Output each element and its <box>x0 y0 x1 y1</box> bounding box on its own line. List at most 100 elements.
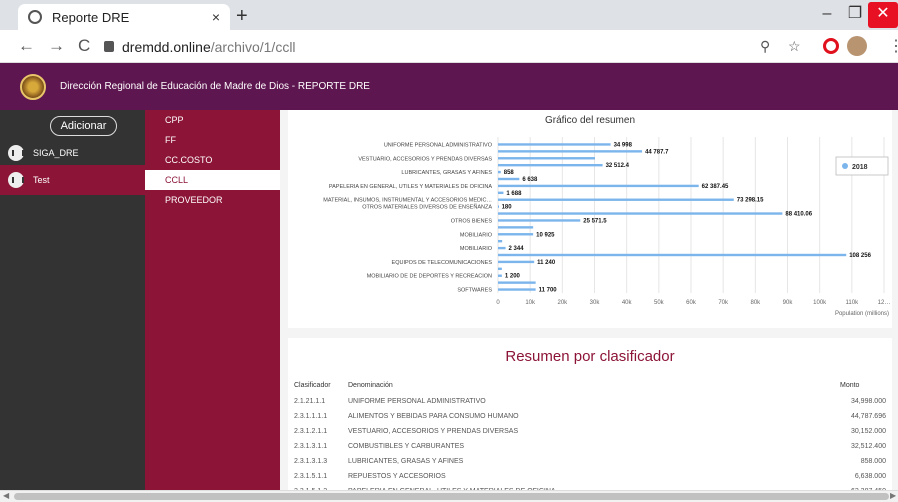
profile-avatar[interactable] <box>847 36 867 56</box>
chart-bar <box>498 274 502 277</box>
y-tick-label: MOBILIARIO <box>460 232 493 238</box>
cell-amount: 6,638.000 <box>854 473 886 480</box>
address-bar[interactable]: dremdd.online /archivo/1/ccll <box>104 34 744 59</box>
x-tick-label: 40k <box>622 300 633 306</box>
y-tick-label: UNIFORME PERSONAL ADMINISTRATIVO <box>384 142 493 148</box>
minimize-button[interactable]: – <box>812 2 842 28</box>
sidebar-item-test[interactable]: Test <box>0 165 145 195</box>
sidebar: Adicionar SIGA_DRE Test <box>0 110 145 490</box>
reload-button[interactable]: C <box>78 36 90 56</box>
cell-code: 2.3.1.1.1.1 <box>294 413 328 420</box>
x-tick-label: 60k <box>686 300 697 306</box>
cell-name: REPUESTOS Y ACCESORIOS <box>348 473 446 480</box>
chart-card: Gráfico del resumen 0 10k 20k 30k 40k 50k 60k 70… <box>288 110 892 328</box>
chart-bar <box>498 281 536 284</box>
sidebar-item-label: Test <box>33 175 50 185</box>
x-tick-label: 50k <box>654 300 665 306</box>
sidebar-item-label: SIGA_DRE <box>33 148 79 158</box>
scroll-left-icon[interactable]: ◀ <box>3 491 9 500</box>
y-tick-label: SOFTWARES <box>457 288 492 294</box>
forward-button[interactable]: → <box>48 36 65 56</box>
table-row: 2.1.21.1.1 UNIFORME PERSONAL ADMINISTRATI… <box>288 395 892 410</box>
x-tick-label: 12… <box>878 300 891 306</box>
chart-bar <box>498 239 503 243</box>
cell-name: LUBRICANTES, GRASAS Y AFINES <box>348 458 464 465</box>
legend-marker <box>842 163 848 169</box>
url-path: /archivo/1/ccll <box>210 38 296 55</box>
cell-amount: 32,512.400 <box>850 443 886 450</box>
data-label: 10 925 <box>536 232 555 238</box>
table-row: 2.3.1.5.1.1 REPUESTOS Y ACCESORIOS 6,638.0… <box>288 470 892 485</box>
scroll-thumb[interactable] <box>14 493 889 500</box>
y-tick-label: EQUIPOS DE TELECOMUNICACIONES <box>392 260 493 266</box>
y-tick-label: MOBILIARIO <box>460 246 493 252</box>
chart-title: Gráfico del resumen <box>545 115 635 126</box>
browser-tab-bar: Reporte DRE × + – ❐ ✕ <box>0 0 898 30</box>
table-title: Resumen por clasificador <box>505 348 675 365</box>
cell-name: COMBUSTIBLES Y CARBURANTES <box>348 443 465 450</box>
y-tick-label: OTROS MATERIALES DIVERSOS DE ENSEÑANZA <box>362 204 492 211</box>
chart-bar <box>498 253 847 257</box>
cell-name: ALIMENTOS Y BEBIDAS PARA CONSUMO HUMANO <box>348 413 519 420</box>
data-label: 73 298.15 <box>737 198 764 204</box>
data-label: 180 <box>502 205 513 211</box>
data-label: 1 688 <box>506 191 522 197</box>
cell-code: 2.3.1.5.1.1 <box>294 473 328 480</box>
cell-amount: 858.000 <box>860 458 886 465</box>
chart-icon <box>8 172 24 188</box>
chart-bar <box>498 205 499 208</box>
zoom-icon[interactable]: ⚲ <box>760 38 770 55</box>
maximize-button[interactable]: ❐ <box>840 2 870 28</box>
add-button[interactable]: Adicionar <box>50 116 117 136</box>
subnav-item-cc-costo[interactable]: CC.COSTO <box>145 150 280 170</box>
x-tick-label: 10k <box>525 300 536 306</box>
data-label: 2 344 <box>509 246 525 252</box>
new-tab-button[interactable]: + <box>236 5 248 28</box>
scroll-right-icon[interactable]: ▶ <box>890 491 896 500</box>
chart-bar <box>498 198 734 201</box>
region-logo <box>20 73 46 100</box>
x-tick-label: 30k <box>590 300 601 306</box>
table-row: 2.3.1.2.1.1 VESTUARIO, ACCESORIOS Y PREND… <box>288 425 892 440</box>
table-row: 2.3.1.3.1.1 COMBUSTIBLES Y CARBURANTES 32,… <box>288 440 892 455</box>
tab-close-icon[interactable]: × <box>212 9 220 25</box>
app-header: Dirección Regional de Educación de Madre… <box>0 63 898 110</box>
chart-bar <box>498 267 502 271</box>
chart-bar <box>498 191 504 195</box>
x-tick-label: 100k <box>813 300 827 306</box>
close-window-button[interactable]: ✕ <box>868 2 898 28</box>
table-row: 2.3.1.1.1.1 ALIMENTOS Y BEBIDAS PARA CONS… <box>288 410 892 425</box>
data-label: 62 387.45 <box>702 184 729 190</box>
cell-code: 2.3.1.2.1.1 <box>294 428 328 435</box>
back-button[interactable]: ← <box>18 36 35 56</box>
subnav-item-cpp[interactable]: CPP <box>145 110 280 130</box>
bookmark-star-icon[interactable]: ☆ <box>788 38 801 55</box>
horizontal-scrollbar[interactable]: ◀ ▶ <box>0 490 898 502</box>
browser-menu-icon[interactable]: ⋮ <box>888 36 898 56</box>
data-label: 858 <box>504 170 515 176</box>
subnav-item-ccll[interactable]: CCLL <box>145 170 280 190</box>
x-tick-label: 20k <box>557 300 568 306</box>
x-tick-label: 0 <box>496 300 500 306</box>
browser-tab[interactable]: Reporte DRE × <box>18 4 230 30</box>
chart-bar <box>498 219 581 222</box>
cell-name: UNIFORME PERSONAL ADMINISTRATIVO <box>348 398 486 405</box>
chart-bar <box>498 260 535 264</box>
sidebar-item-siga-dre[interactable]: SIGA_DRE <box>0 138 145 168</box>
y-tick-label: MOBILIARIO DE DE DEPORTES Y RECREACION <box>367 274 492 280</box>
column-header-amount: Monto <box>840 382 860 389</box>
opera-extension-icon[interactable] <box>823 38 839 54</box>
chart-bar <box>498 184 699 188</box>
x-tick-label: 70k <box>718 300 729 306</box>
cell-amount: 30,152.000 <box>850 428 886 435</box>
chart-bar <box>498 157 595 160</box>
data-label: 1 200 <box>505 274 521 280</box>
subnav-item-proveedor[interactable]: PROVEEDOR <box>145 190 280 210</box>
subnav-item-ff[interactable]: FF <box>145 130 280 150</box>
cell-code: 2.1.21.1.1 <box>294 398 326 405</box>
y-tick-label: PAPELERIA EN GENERAL, UTILES Y MATERIALE… <box>329 184 492 190</box>
chart-bar <box>498 143 611 146</box>
chart-icon <box>8 145 24 161</box>
data-label: 44 787.7 <box>645 149 669 155</box>
chart-bar <box>498 163 603 167</box>
